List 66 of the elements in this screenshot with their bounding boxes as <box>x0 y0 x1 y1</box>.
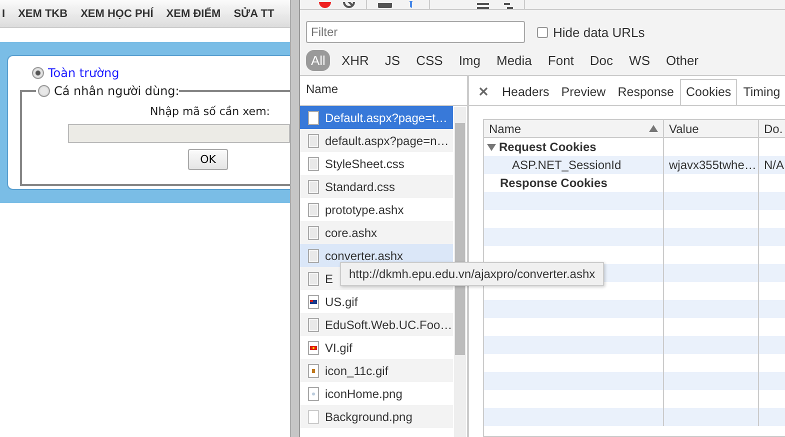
type-filter[interactable]: CSS <box>411 50 448 71</box>
type-filter[interactable]: Doc <box>584 50 618 71</box>
document-icon <box>308 248 319 262</box>
document-icon <box>308 180 319 194</box>
request-row[interactable]: icon_11c.gif <box>300 359 453 382</box>
clear-icon[interactable] <box>342 2 356 9</box>
url-tooltip: http://dkmh.epu.edu.vn/ajaxpro/converter.ashx <box>340 262 604 286</box>
column-header[interactable]: Do. <box>759 120 785 138</box>
code-input[interactable] <box>68 124 290 143</box>
column-header[interactable]: Name <box>306 82 338 96</box>
request-row[interactable]: EduSoft.Web.UC.Foo… <box>300 313 453 336</box>
column-header[interactable]: Name <box>484 120 664 138</box>
table-cell <box>759 408 785 426</box>
table-cell <box>759 336 785 354</box>
detail-tab[interactable]: Cookies <box>680 79 738 105</box>
document-icon <box>308 318 319 332</box>
triangle-icon <box>487 144 496 150</box>
cookie-group[interactable]: Request Cookies <box>484 138 664 156</box>
type-filter[interactable]: JS <box>380 50 406 71</box>
nav-link[interactable]: XEM ĐIỂM <box>166 8 221 20</box>
document-icon <box>308 110 319 124</box>
type-filter[interactable]: XHR <box>336 50 374 71</box>
radio-option[interactable]: Cá nhân người dùng: <box>38 84 180 98</box>
type-filter[interactable]: Media <box>491 50 537 71</box>
code-prompt: Nhập mã số cần xem: <box>150 105 270 118</box>
close-icon[interactable] <box>479 87 488 96</box>
image-icon <box>308 364 319 378</box>
document-icon <box>308 272 319 286</box>
flag-icon <box>308 294 319 308</box>
table-cell: ASP.NET_SessionId <box>484 156 664 174</box>
nav-link[interactable]: XEM TKB <box>18 8 68 20</box>
document-icon <box>308 226 319 240</box>
type-filter[interactable]: WS <box>624 50 655 71</box>
table-cell <box>759 300 785 318</box>
type-filter[interactable]: Img <box>454 50 486 71</box>
request-row[interactable]: Default.aspx?page=t… <box>300 106 453 129</box>
hide-data-urls-checkbox[interactable]: Hide data URLs <box>537 24 645 40</box>
list-view-icon[interactable] <box>476 3 490 9</box>
radio-option[interactable]: Toàn trường <box>32 66 290 80</box>
camera-icon[interactable] <box>377 3 393 9</box>
nav-link[interactable]: I <box>2 8 6 20</box>
column-header[interactable]: Value <box>664 120 759 138</box>
sort-arrow-icon <box>649 125 658 132</box>
type-filter[interactable]: Font <box>542 50 579 71</box>
table-cell <box>759 192 785 210</box>
request-row[interactable]: core.ashx <box>300 221 453 244</box>
request-row[interactable]: default.aspx?page=n… <box>300 129 453 152</box>
ok-button[interactable]: OK <box>188 149 228 170</box>
type-filter[interactable]: Other <box>661 50 704 71</box>
nav-link[interactable]: XEM HỌC PHÍ <box>80 8 154 20</box>
record-icon[interactable] <box>318 2 332 9</box>
table-cell <box>759 228 785 246</box>
document-icon <box>308 202 319 216</box>
table-cell: N/A <box>759 156 785 174</box>
filter-field[interactable]: Filter <box>306 21 525 43</box>
table-cell <box>759 372 785 390</box>
request-row[interactable]: Background.png <box>300 405 453 428</box>
table-cell: wjavx355twhe… <box>664 156 759 174</box>
document-icon <box>308 156 319 170</box>
request-row[interactable]: Standard.css <box>300 175 453 198</box>
image-icon <box>308 386 319 400</box>
flag-icon <box>308 340 319 354</box>
file-icon <box>308 410 319 424</box>
document-icon <box>308 134 319 148</box>
table-cell <box>759 264 785 282</box>
nav-link[interactable]: SỬA TT <box>234 8 274 20</box>
